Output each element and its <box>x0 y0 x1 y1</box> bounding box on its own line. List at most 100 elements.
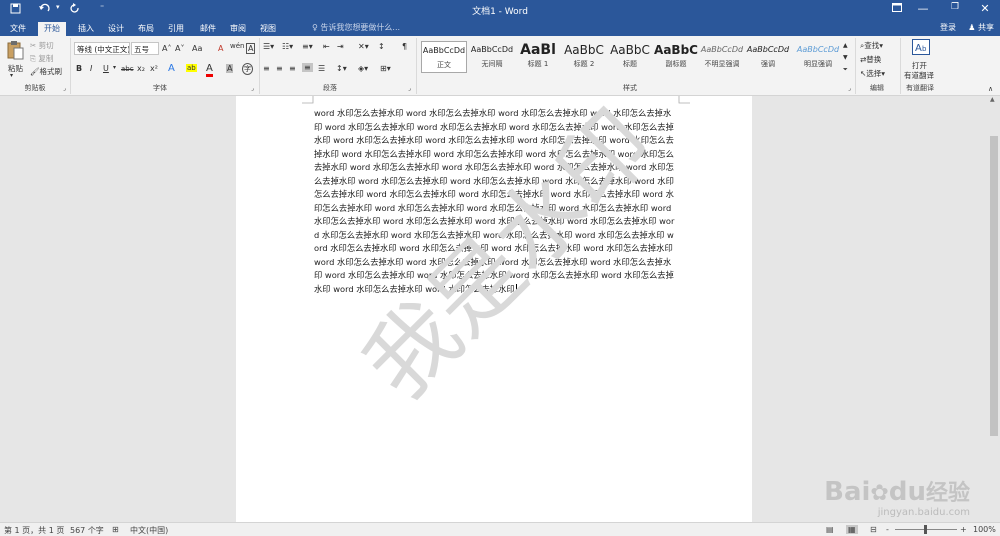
style-no-spacing[interactable]: AaBbCcDd 无间隔 <box>469 41 515 73</box>
minimize-icon[interactable]: — <box>912 2 934 15</box>
paste-button[interactable] <box>6 40 24 62</box>
superscript-button[interactable]: x² <box>150 64 158 73</box>
tell-me-search[interactable]: ♀ 告诉我您想要做什么... <box>312 22 400 33</box>
bold-button[interactable]: B <box>76 64 82 73</box>
close-icon[interactable]: ✕ <box>974 2 996 15</box>
underline-button[interactable]: U <box>103 64 109 73</box>
tab-view[interactable]: 视图 <box>254 22 282 36</box>
line-spacing-icon[interactable]: ↕▾ <box>336 64 347 73</box>
font-color-button[interactable]: A <box>206 63 213 77</box>
share-button[interactable]: ♟ 共享 <box>968 22 994 33</box>
borders-icon[interactable]: ⊞▾ <box>380 64 391 73</box>
baidu-jingyan-logo: Bai✿du经验 jingyan.baidu.com <box>824 477 970 518</box>
strikethrough-button[interactable]: abc <box>121 65 134 73</box>
ribbon-display-icon[interactable] <box>886 2 908 15</box>
tab-home[interactable]: 开始 <box>38 22 66 36</box>
text-effects-button[interactable]: A <box>168 63 175 74</box>
numbering-icon[interactable]: ☷▾ <box>282 42 293 51</box>
styles-scroll-up-icon[interactable]: ▲ <box>843 42 848 49</box>
style-normal[interactable]: AaBbCcDd 正文 <box>421 41 467 73</box>
collapse-ribbon-icon[interactable]: ∧ <box>988 85 993 93</box>
clipboard-launcher-icon[interactable]: ⌟ <box>63 85 66 92</box>
divider <box>855 38 856 94</box>
clear-format-button[interactable]: A <box>218 44 223 53</box>
vertical-scrollbar[interactable]: ▲ <box>988 96 1000 526</box>
svg-text:b: b <box>922 45 927 53</box>
restore-icon[interactable]: ❐ <box>944 2 966 12</box>
styles-more-icon[interactable]: ⏷ <box>843 66 848 74</box>
sign-in-link[interactable]: 登录 <box>940 22 956 33</box>
justify-icon[interactable]: ≡ <box>302 63 313 72</box>
brush-icon: 🖌 <box>30 67 40 76</box>
chinese-layout-icon[interactable]: ✕▾ <box>358 42 369 51</box>
tab-layout[interactable]: 布局 <box>132 22 160 36</box>
char-shading-button[interactable]: A <box>226 64 234 73</box>
enclose-char-button[interactable]: 字 <box>242 63 253 75</box>
style-emphasis[interactable]: AaBbCcDd 强调 <box>745 41 791 73</box>
font-name-combo[interactable]: 等线 (中文正文) <box>74 42 130 55</box>
person-icon: ♟ <box>968 23 976 32</box>
style-subtitle[interactable]: AaBbC 副标题 <box>653 41 699 73</box>
scissors-icon: ✂ <box>30 41 37 50</box>
replace-button[interactable]: ⇄替换 <box>860 54 881 65</box>
grow-font-button[interactable]: A˄ <box>162 44 171 53</box>
proofing-icon[interactable]: ⊞ <box>112 525 119 534</box>
shrink-font-button[interactable]: A˅ <box>175 44 184 53</box>
font-size-combo[interactable]: 五号 <box>131 42 159 55</box>
youdao-translate-button[interactable]: Ab <box>912 39 930 57</box>
format-painter-button[interactable]: 🖌格式刷 <box>30 66 62 77</box>
read-mode-icon[interactable]: ▤ <box>826 525 834 534</box>
decrease-indent-icon[interactable]: ⇤ <box>323 42 330 51</box>
tab-mailings[interactable]: 邮件 <box>194 22 222 36</box>
subscript-button[interactable]: x₂ <box>137 64 145 73</box>
phonetic-guide-button[interactable]: wén <box>230 42 244 50</box>
copy-button[interactable]: ⎘ 复制 <box>30 53 53 64</box>
zoom-slider-thumb[interactable] <box>924 525 927 534</box>
styles-launcher-icon[interactable]: ⌟ <box>848 85 851 92</box>
tab-design[interactable]: 设计 <box>102 22 130 36</box>
paste-dropdown-icon[interactable]: ▾ <box>10 72 13 79</box>
font-launcher-icon[interactable]: ⌟ <box>251 85 254 92</box>
multilevel-list-icon[interactable]: ≡▾ <box>302 42 313 51</box>
align-right-icon[interactable]: ≡ <box>289 64 296 73</box>
zoom-level[interactable]: 100% <box>973 525 996 534</box>
shading-icon[interactable]: ◈▾ <box>358 64 368 73</box>
web-layout-icon[interactable]: ⊟ <box>870 525 877 534</box>
change-case-button[interactable]: Aa <box>192 44 202 53</box>
word-count[interactable]: 567 个字 <box>70 525 104 536</box>
char-border-button[interactable]: A <box>246 43 256 54</box>
bullets-icon[interactable]: ☰▾ <box>263 42 274 51</box>
styles-scroll-down-icon[interactable]: ▼ <box>843 54 848 61</box>
tab-file[interactable]: 文件 <box>4 22 32 36</box>
align-center-icon[interactable]: ≡ <box>276 64 283 73</box>
scroll-up-icon[interactable]: ▲ <box>990 96 995 103</box>
language-indicator[interactable]: 中文(中国) <box>130 525 168 536</box>
zoom-out-button[interactable]: - <box>886 525 889 534</box>
style-intense-emphasis[interactable]: AaBbCcDd 明显强调 <box>795 41 841 73</box>
style-title[interactable]: AaBbC 标题 <box>607 41 653 73</box>
zoom-in-button[interactable]: + <box>960 525 967 534</box>
find-button[interactable]: ⌕查找▾ <box>860 40 883 51</box>
tab-review[interactable]: 审阅 <box>224 22 252 36</box>
page-count[interactable]: 第 1 页，共 1 页 <box>4 525 64 536</box>
paragraph-launcher-icon[interactable]: ⌟ <box>408 85 411 92</box>
sort-icon[interactable]: ↕ <box>378 42 385 51</box>
italic-button[interactable]: I <box>90 64 92 73</box>
print-layout-icon[interactable]: ▦ <box>846 525 858 534</box>
style-heading-1[interactable]: AaBl 标题 1 <box>515 41 561 73</box>
underline-dropdown-icon[interactable]: ▾ <box>113 64 116 71</box>
tab-insert[interactable]: 插入 <box>72 22 100 36</box>
highlight-button[interactable]: ab <box>186 64 197 72</box>
zoom-slider[interactable] <box>895 525 957 534</box>
editing-group-label: 编辑 <box>870 84 884 92</box>
show-marks-icon[interactable]: ¶ <box>402 42 407 51</box>
distributed-icon[interactable]: ☰ <box>318 64 325 73</box>
increase-indent-icon[interactable]: ⇥ <box>337 42 344 51</box>
style-heading-2[interactable]: AaBbC 标题 2 <box>561 41 607 73</box>
align-left-icon[interactable]: ≡ <box>263 64 270 73</box>
scroll-thumb[interactable] <box>990 136 998 436</box>
cut-button[interactable]: ✂ 剪切 <box>30 40 54 51</box>
select-button[interactable]: ↖选择▾ <box>860 68 885 79</box>
tab-references[interactable]: 引用 <box>162 22 190 36</box>
style-subtle-emphasis[interactable]: AaBbCcDd 不明显强调 <box>699 41 745 73</box>
